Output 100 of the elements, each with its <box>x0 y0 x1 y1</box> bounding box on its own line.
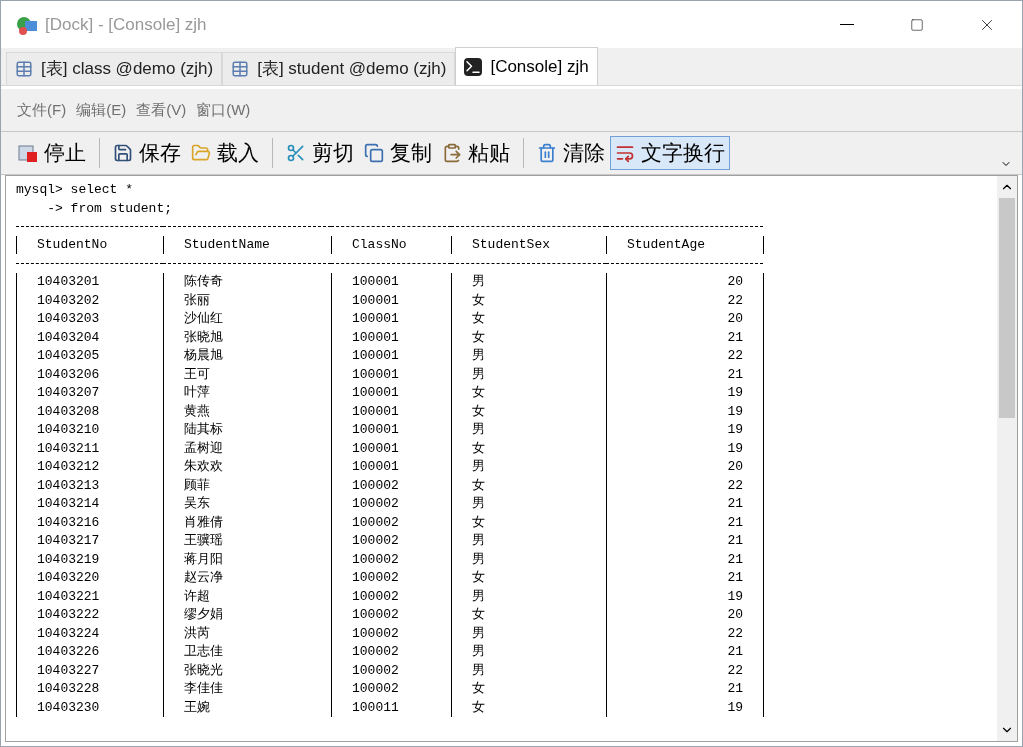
table-cell-text: 10403214 <box>37 495 100 513</box>
table-cell-text: 男 <box>472 421 485 439</box>
table-cell-text: 100002 <box>352 606 399 624</box>
table-cell-text: 100002 <box>352 532 399 550</box>
table-cell-text: 21 <box>727 328 743 347</box>
menu-item[interactable]: 查看(V) <box>136 98 187 122</box>
table-cell-text: 蒋月阳 <box>184 550 223 569</box>
command-line: -> from student; <box>46 200 173 216</box>
table-cell-text: 沙仙红 <box>184 310 223 328</box>
table-cell-text: 10403205 <box>37 347 100 365</box>
table-cell-text: 女 <box>472 310 485 328</box>
table-cell-text: 孟树迎 <box>184 439 223 458</box>
table-cell-text: 100002 <box>352 643 399 661</box>
table-cell-text: 男 <box>472 624 485 643</box>
table-cell-text: 100002 <box>352 587 399 606</box>
table-cell-text: 10403206 <box>37 365 100 384</box>
table-cell-text: 10403204 <box>37 328 100 347</box>
column-header: ClassNo <box>352 236 407 254</box>
column-header: StudentName <box>184 236 270 254</box>
table-cell-text: 10403222 <box>37 606 100 624</box>
table-cell-text: 21 <box>727 513 743 532</box>
toolbar-button[interactable]: 清除 <box>532 136 610 170</box>
wrap-text-icon <box>615 143 635 163</box>
table-cell-text: 10403212 <box>37 458 100 476</box>
table-cell-text: 男 <box>472 643 485 661</box>
tab[interactable]: [表] class @demo (zjh) <box>6 52 223 85</box>
table-icon <box>15 60 33 78</box>
table-cell-text: 女 <box>472 680 485 698</box>
menu-item[interactable]: 文件(F) <box>17 98 67 122</box>
table-cell-text: 男 <box>472 587 485 606</box>
table-cell-text: 男 <box>472 347 485 365</box>
table-cell-text: 21 <box>727 680 743 698</box>
menu-item[interactable]: 编辑(E) <box>76 98 127 122</box>
table-cell-text: 缪夕娟 <box>184 606 223 624</box>
table-cell-text: 100002 <box>352 550 399 569</box>
table-cell-text: 女 <box>472 569 485 587</box>
table-cell-text: 20 <box>727 458 743 476</box>
column-header: StudentSex <box>472 236 550 254</box>
table-cell-text: 20 <box>727 310 743 328</box>
table-cell-text: 10403201 <box>37 273 100 291</box>
toolbar-button[interactable]: 粘贴 <box>437 136 515 170</box>
table-cell-text: 10403217 <box>37 532 100 550</box>
minimize-icon <box>840 24 854 25</box>
table-cell-text: 22 <box>727 624 743 643</box>
table-cell-text: 男 <box>472 365 485 384</box>
table-cell-text: 叶萍 <box>184 384 210 402</box>
terminal-icon <box>464 57 483 76</box>
table-cell-text: 21 <box>727 643 743 661</box>
table-cell-text: 10403228 <box>37 680 100 698</box>
table-cell-text: 女 <box>472 698 485 717</box>
table-cell-text: 朱欢欢 <box>184 458 223 476</box>
table-cell-text: 张晓光 <box>184 661 223 680</box>
toolbar-button[interactable]: 载入 <box>186 136 264 170</box>
table-cell-text: 卫志佳 <box>184 643 223 661</box>
copy-icon <box>364 143 384 163</box>
table-cell-text: 19 <box>727 384 743 402</box>
column-header: StudentAge <box>627 236 705 254</box>
table-cell-text: 22 <box>727 347 743 365</box>
table-cell-text: 10403220 <box>37 569 100 587</box>
table-cell-text: 女 <box>472 328 485 347</box>
table-cell-text: 张丽 <box>184 291 210 310</box>
table-cell-text: 赵云净 <box>184 569 223 587</box>
clipboard-icon <box>442 143 462 163</box>
table-cell-text: 22 <box>727 291 743 310</box>
table-cell-text: 男 <box>472 661 485 680</box>
table-cell-text: 10403213 <box>37 476 100 495</box>
toolbar-button[interactable]: 停止 <box>13 136 91 170</box>
table-cell-text: 李佳佳 <box>184 680 223 698</box>
table-cell-text: 21 <box>727 569 743 587</box>
table-icon <box>231 60 250 78</box>
table-cell-text: 王骥瑶 <box>184 532 223 550</box>
table-cell-text: 张晓旭 <box>184 328 223 347</box>
table-cell-text: 100001 <box>352 439 399 458</box>
table-cell-text: 100002 <box>352 624 399 643</box>
table-cell-text: 21 <box>727 495 743 513</box>
table-cell-text: 10403216 <box>37 513 100 532</box>
toolbar-button[interactable]: 剪切 <box>281 136 359 170</box>
table-cell-text: 10403210 <box>37 421 100 439</box>
table-cell-text: 王婉 <box>184 698 210 717</box>
toolbar-button[interactable]: 复制 <box>359 136 437 170</box>
table-cell-text: 21 <box>727 365 743 384</box>
tab[interactable]: [Console] zjh <box>455 47 598 85</box>
scissors-icon <box>286 143 306 163</box>
table-cell-text: 10403211 <box>37 439 100 458</box>
table-cell-text: 100001 <box>352 273 399 291</box>
toolbar-button[interactable]: 文字换行 <box>610 136 730 170</box>
table-cell-text: 19 <box>727 439 743 458</box>
folder-icon <box>191 143 211 163</box>
table-cell-text: 100001 <box>352 291 399 310</box>
menu-item[interactable]: 窗口(W) <box>196 98 251 122</box>
table-cell-text: 黄燕 <box>184 402 210 421</box>
table-cell-text: 100002 <box>352 569 399 587</box>
table-cell-text: 男 <box>472 273 485 291</box>
table-cell-text: 杨晨旭 <box>184 347 223 365</box>
tab[interactable]: [表] student @demo (zjh) <box>222 52 456 85</box>
scrollbar[interactable] <box>997 176 1017 741</box>
table-cell-text: 100002 <box>352 476 399 495</box>
toolbar-button[interactable]: 保存 <box>108 136 186 170</box>
table-cell-text: 19 <box>727 421 743 439</box>
maximize-icon <box>910 17 924 32</box>
